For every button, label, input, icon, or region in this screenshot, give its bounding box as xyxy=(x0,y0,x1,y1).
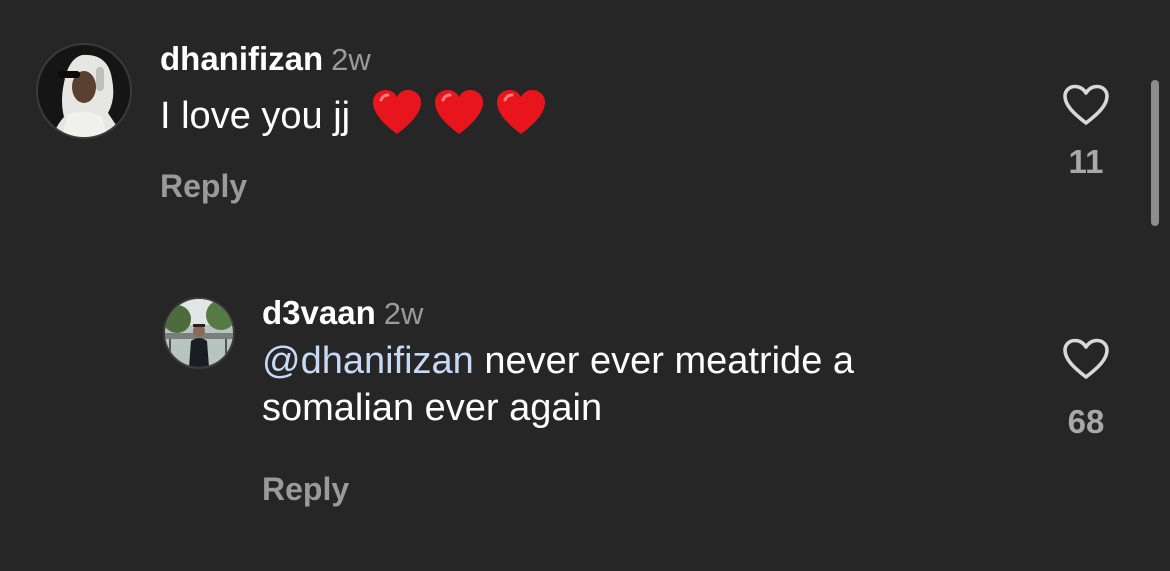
red-heart-emoji-icon xyxy=(496,90,545,134)
heart-outline-icon[interactable] xyxy=(1061,83,1111,127)
mention-link[interactable]: @dhanifizan xyxy=(262,340,474,382)
scrollbar[interactable] xyxy=(1151,80,1159,226)
username[interactable]: dhanifizan xyxy=(160,40,323,77)
comment-text-content: I love you jj xyxy=(160,95,351,137)
avatar[interactable] xyxy=(163,297,235,369)
comment-header: dhanifizan 2w xyxy=(160,40,547,78)
comment-text-content: never ever meatride a xyxy=(473,340,855,382)
heart-outline-icon[interactable] xyxy=(1061,337,1111,381)
comment-text: I love you jj xyxy=(160,88,547,140)
reply-button[interactable]: Reply xyxy=(160,168,247,205)
comments-panel: dhanifizan 2w I love you jj Reply 11 d3v… xyxy=(0,0,1170,571)
like-control: 11 xyxy=(1056,83,1116,181)
reply-button[interactable]: Reply xyxy=(262,471,349,508)
avatar[interactable] xyxy=(36,43,132,139)
comment: dhanifizan 2w I love you jj Reply xyxy=(160,40,547,204)
like-count: 68 xyxy=(1067,403,1105,440)
comment-text-content-line2: somalian ever again xyxy=(262,387,603,429)
comment-reply: d3vaan 2w @dhanifizan never ever meatride… xyxy=(262,294,854,507)
like-control: 68 xyxy=(1056,337,1116,441)
avatar-image xyxy=(38,45,130,137)
comment-header: d3vaan 2w xyxy=(262,294,854,332)
red-heart-emoji-icon xyxy=(372,90,421,134)
comment-text: @dhanifizan never ever meatride a somali… xyxy=(262,338,854,432)
avatar-image xyxy=(165,299,233,367)
red-heart-emoji-icon xyxy=(434,90,483,134)
username[interactable]: d3vaan xyxy=(262,294,376,331)
timestamp: 2w xyxy=(383,296,424,331)
like-count: 11 xyxy=(1068,143,1104,180)
timestamp: 2w xyxy=(331,42,371,77)
